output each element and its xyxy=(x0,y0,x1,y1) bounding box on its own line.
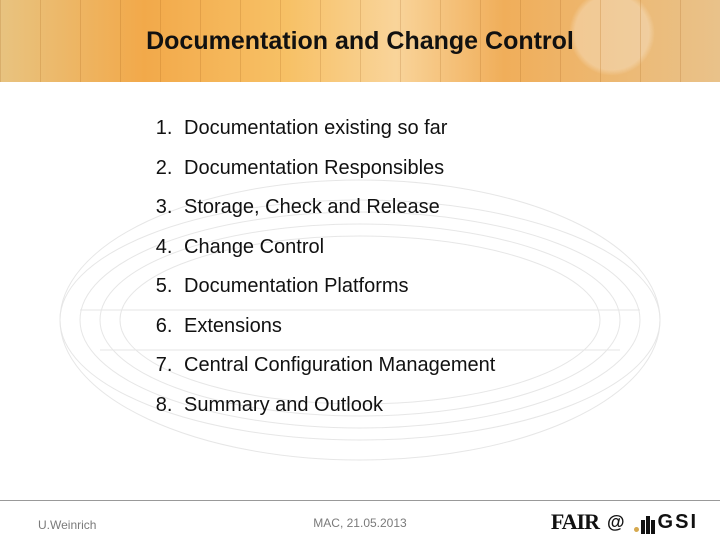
fair-logo: FAIR xyxy=(551,509,599,535)
gsi-bar-icon xyxy=(651,520,655,534)
gsi-logo: GSI xyxy=(633,511,698,534)
list-item: Extensions xyxy=(178,316,495,337)
slide: Documentation and Change Control Documen… xyxy=(0,0,720,540)
footer-date: MAC, 21.05.2013 xyxy=(313,516,406,530)
gsi-bar-icon xyxy=(641,520,645,534)
list-item: Change Control xyxy=(178,237,495,258)
list-item: Central Configuration Management xyxy=(178,355,495,376)
slide-title: Documentation and Change Control xyxy=(146,27,574,56)
list-item-text: Documentation Platforms xyxy=(184,275,409,297)
list-item-text: Extensions xyxy=(184,315,282,337)
list-item-text: Change Control xyxy=(184,236,324,258)
footer-author: U.Weinrich xyxy=(38,518,96,532)
list-item: Summary and Outlook xyxy=(178,395,495,416)
list-item-text: Central Configuration Management xyxy=(184,354,495,376)
slide-footer: U.Weinrich MAC, 21.05.2013 FAIR @ GSI xyxy=(0,492,720,540)
gsi-logo-text: GSI xyxy=(658,511,698,534)
gsi-bar-icon xyxy=(646,516,650,534)
footer-logos: FAIR @ GSI xyxy=(551,509,698,535)
list-item-text: Documentation existing so far xyxy=(184,117,447,139)
list-item: Documentation existing so far xyxy=(178,118,495,139)
table-of-contents: Documentation existing so far Documentat… xyxy=(178,118,495,434)
list-item-text: Storage, Check and Release xyxy=(184,196,440,218)
at-symbol: @ xyxy=(607,512,625,533)
list-item: Documentation Platforms xyxy=(178,276,495,297)
slide-body: Documentation existing so far Documentat… xyxy=(0,82,720,492)
list-item: Storage, Check and Release xyxy=(178,197,495,218)
footer-divider xyxy=(0,500,720,501)
gsi-dot-icon xyxy=(634,527,639,532)
list-item-text: Documentation Responsibles xyxy=(184,157,444,179)
list-item-text: Summary and Outlook xyxy=(184,394,383,416)
list-item: Documentation Responsibles xyxy=(178,158,495,179)
fair-logo-text: FAIR xyxy=(551,509,599,534)
title-band: Documentation and Change Control xyxy=(0,0,720,82)
